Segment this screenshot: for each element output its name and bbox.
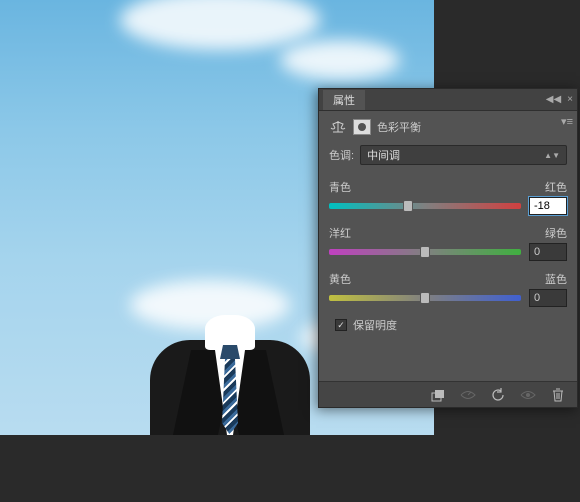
slider-left-label: 青色	[329, 179, 351, 195]
clip-to-layer-icon[interactable]	[425, 385, 451, 405]
properties-panel: 属性 ◀◀ × ▾≡ 色彩平衡 色调: 中间调 ▲▼ 青色 红色 -18 洋红 绿色 0 黄…	[318, 88, 578, 408]
tone-select-value: 中间调	[367, 147, 400, 163]
color-balance-slider[interactable]	[329, 295, 521, 301]
trash-icon[interactable]	[545, 385, 571, 405]
color-balance-slider[interactable]	[329, 203, 521, 209]
slider-left-label: 洋红	[329, 225, 351, 241]
tone-select[interactable]: 中间调 ▲▼	[360, 145, 567, 165]
cloud-shape	[120, 0, 320, 50]
panel-menu-icon[interactable]: ▾≡	[561, 115, 573, 128]
slider-right-label: 红色	[545, 179, 567, 195]
view-previous-icon[interactable]	[455, 385, 481, 405]
color-balance-slider[interactable]	[329, 249, 521, 255]
panel-collapse-icon[interactable]: ◀◀	[546, 94, 561, 105]
cloud-shape	[280, 40, 400, 80]
preserve-luminosity-label: 保留明度	[353, 317, 397, 333]
slider-right-label: 蓝色	[545, 271, 567, 287]
visibility-icon[interactable]	[515, 385, 541, 405]
adjustment-title: 色彩平衡	[377, 119, 421, 135]
balance-scales-icon	[329, 119, 347, 135]
chevron-updown-icon: ▲▼	[544, 151, 560, 160]
slider-value-input[interactable]: -18	[529, 197, 567, 215]
slider-thumb[interactable]	[403, 200, 413, 212]
slider-value-input[interactable]: 0	[529, 289, 567, 307]
reset-icon[interactable]	[485, 385, 511, 405]
preserve-luminosity-checkbox[interactable]: ✓	[335, 319, 347, 331]
tab-properties[interactable]: 属性	[323, 90, 365, 110]
slider-thumb[interactable]	[420, 246, 430, 258]
slider-thumb[interactable]	[420, 292, 430, 304]
slider-right-label: 绿色	[545, 225, 567, 241]
slider-value-input[interactable]: 0	[529, 243, 567, 261]
suit-figure-image	[140, 315, 320, 435]
tone-label: 色调:	[329, 147, 354, 163]
panel-close-icon[interactable]: ×	[567, 94, 573, 105]
slider-left-label: 黄色	[329, 271, 351, 287]
layer-mask-icon[interactable]	[353, 119, 371, 135]
workspace-bg-bottom	[0, 435, 580, 502]
